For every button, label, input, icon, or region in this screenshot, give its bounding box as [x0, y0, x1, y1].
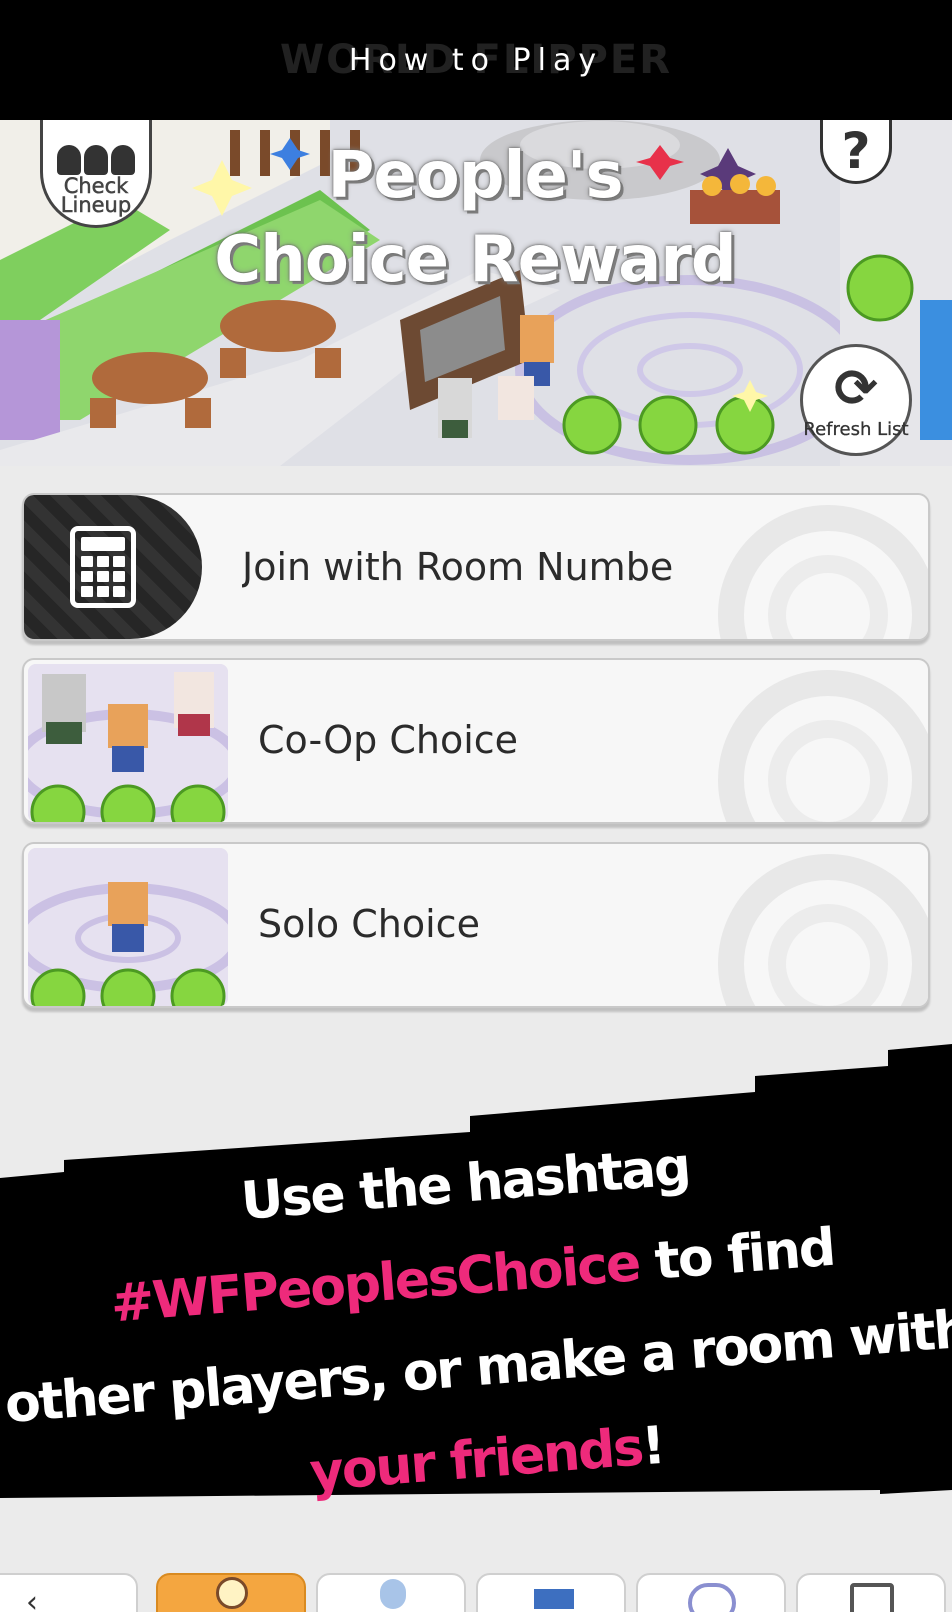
gacha-icon	[688, 1583, 736, 1612]
banner-title-line2: Choice Reward	[214, 223, 736, 297]
people-icon	[57, 145, 135, 175]
tab-party[interactable]	[476, 1573, 626, 1612]
chevron-left-icon: ‹	[26, 1585, 38, 1612]
character-icon	[380, 1579, 406, 1609]
tab-menu[interactable]	[796, 1573, 946, 1612]
bottom-tab-bar: ‹	[0, 1565, 952, 1612]
co-op-choice-button[interactable]: Co-Op Choice	[22, 658, 930, 824]
promo-line2-rest: to find	[636, 1217, 837, 1293]
peoples-choice-banner: People's Choice Reward Check Lineup ? ⟳ …	[0, 120, 952, 466]
banner-title: People's Choice Reward	[190, 134, 760, 302]
home-icon	[216, 1577, 248, 1609]
app-header: WORLD FLIPPER How to Play	[0, 0, 952, 120]
calculator-icon	[70, 526, 136, 608]
join-with-room-number-label: Join with Room Numbe	[242, 545, 674, 589]
refresh-list-label: Refresh List	[803, 418, 909, 440]
party-icon	[534, 1589, 574, 1609]
refresh-list-button[interactable]: ⟳ Refresh List	[800, 344, 912, 456]
promo-text: Use the hashtag #WFPeoplesChoice to find…	[0, 1101, 952, 1543]
solo-choice-button[interactable]: Solo Choice	[22, 842, 930, 1008]
page-title: How to Play	[348, 42, 604, 78]
hashtag-promo-banner: Use the hashtag #WFPeoplesChoice to find…	[0, 1020, 952, 1520]
question-icon: ?	[841, 121, 871, 180]
co-op-thumbnail	[28, 664, 228, 822]
join-with-room-number-button[interactable]: Join with Room Numbe	[22, 493, 930, 641]
friends-text: your friends	[307, 1417, 645, 1504]
join-icon-panel	[24, 495, 202, 639]
tab-home[interactable]	[156, 1573, 306, 1612]
menu-icon	[850, 1583, 894, 1612]
tab-back[interactable]: ‹	[0, 1573, 138, 1612]
co-op-choice-label: Co-Op Choice	[258, 718, 519, 762]
check-lineup-button[interactable]: Check Lineup	[40, 120, 152, 228]
solo-thumbnail	[28, 848, 228, 1006]
promo-exclaim: !	[639, 1415, 666, 1478]
banner-title-line1: People's	[327, 139, 623, 213]
tab-characters[interactable]	[316, 1573, 466, 1612]
refresh-icon: ⟳	[834, 358, 878, 419]
check-lineup-label: Check Lineup	[60, 174, 132, 217]
solo-choice-label: Solo Choice	[258, 902, 480, 946]
tab-gacha[interactable]	[636, 1573, 786, 1612]
